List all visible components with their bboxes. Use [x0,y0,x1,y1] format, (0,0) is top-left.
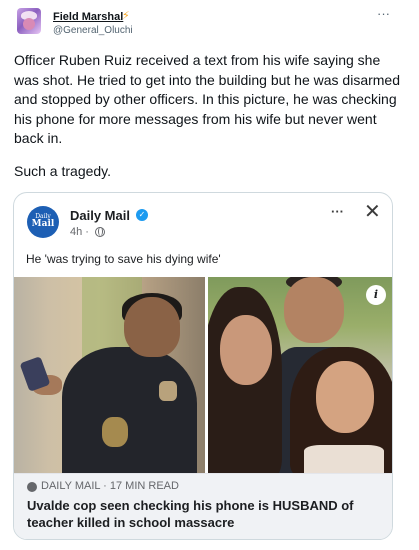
display-name[interactable]: Field Marshal [53,11,123,23]
tweet-text-closing: Such a tragedy. [14,163,112,179]
more-options-icon[interactable]: ··· [377,6,390,21]
daily-mail-logo[interactable]: Daily Mail [27,206,59,238]
embedded-facebook-post[interactable]: Daily Mail Daily Mail ✓ 4h · ··· ✕ He 'w… [13,192,393,540]
info-icon[interactable]: i [366,285,386,305]
link-source: DAILY MAIL · 17 MIN READ [41,480,179,492]
officer-photo[interactable] [14,277,205,473]
post-time[interactable]: 4h · [70,226,89,238]
page-name[interactable]: Daily Mail [70,208,130,223]
family-photo[interactable]: i [208,277,392,473]
user-avatar[interactable] [17,8,41,34]
logo-line-2: Mail [31,219,55,229]
globe-icon [95,227,105,237]
tweet: Field Marshal ⚡ @General_Oluchi ··· Offi… [0,0,419,550]
source-icon [27,482,37,492]
post-text: He 'was trying to save his dying wife' [26,252,221,266]
verified-badge-icon: ✓ [136,209,148,221]
link-headline[interactable]: Uvalde cop seen checking his phone is HU… [27,497,387,531]
lightning-bolt-icon: ⚡ [122,10,130,22]
link-preview[interactable]: DAILY MAIL · 17 MIN READ Uvalde cop seen… [14,473,392,539]
user-handle[interactable]: @General_Oluchi [53,25,133,36]
tweet-text: Officer Ruben Ruiz received a text from … [14,52,400,146]
post-options-icon[interactable]: ··· [331,204,344,219]
close-icon[interactable]: ✕ [364,199,381,224]
